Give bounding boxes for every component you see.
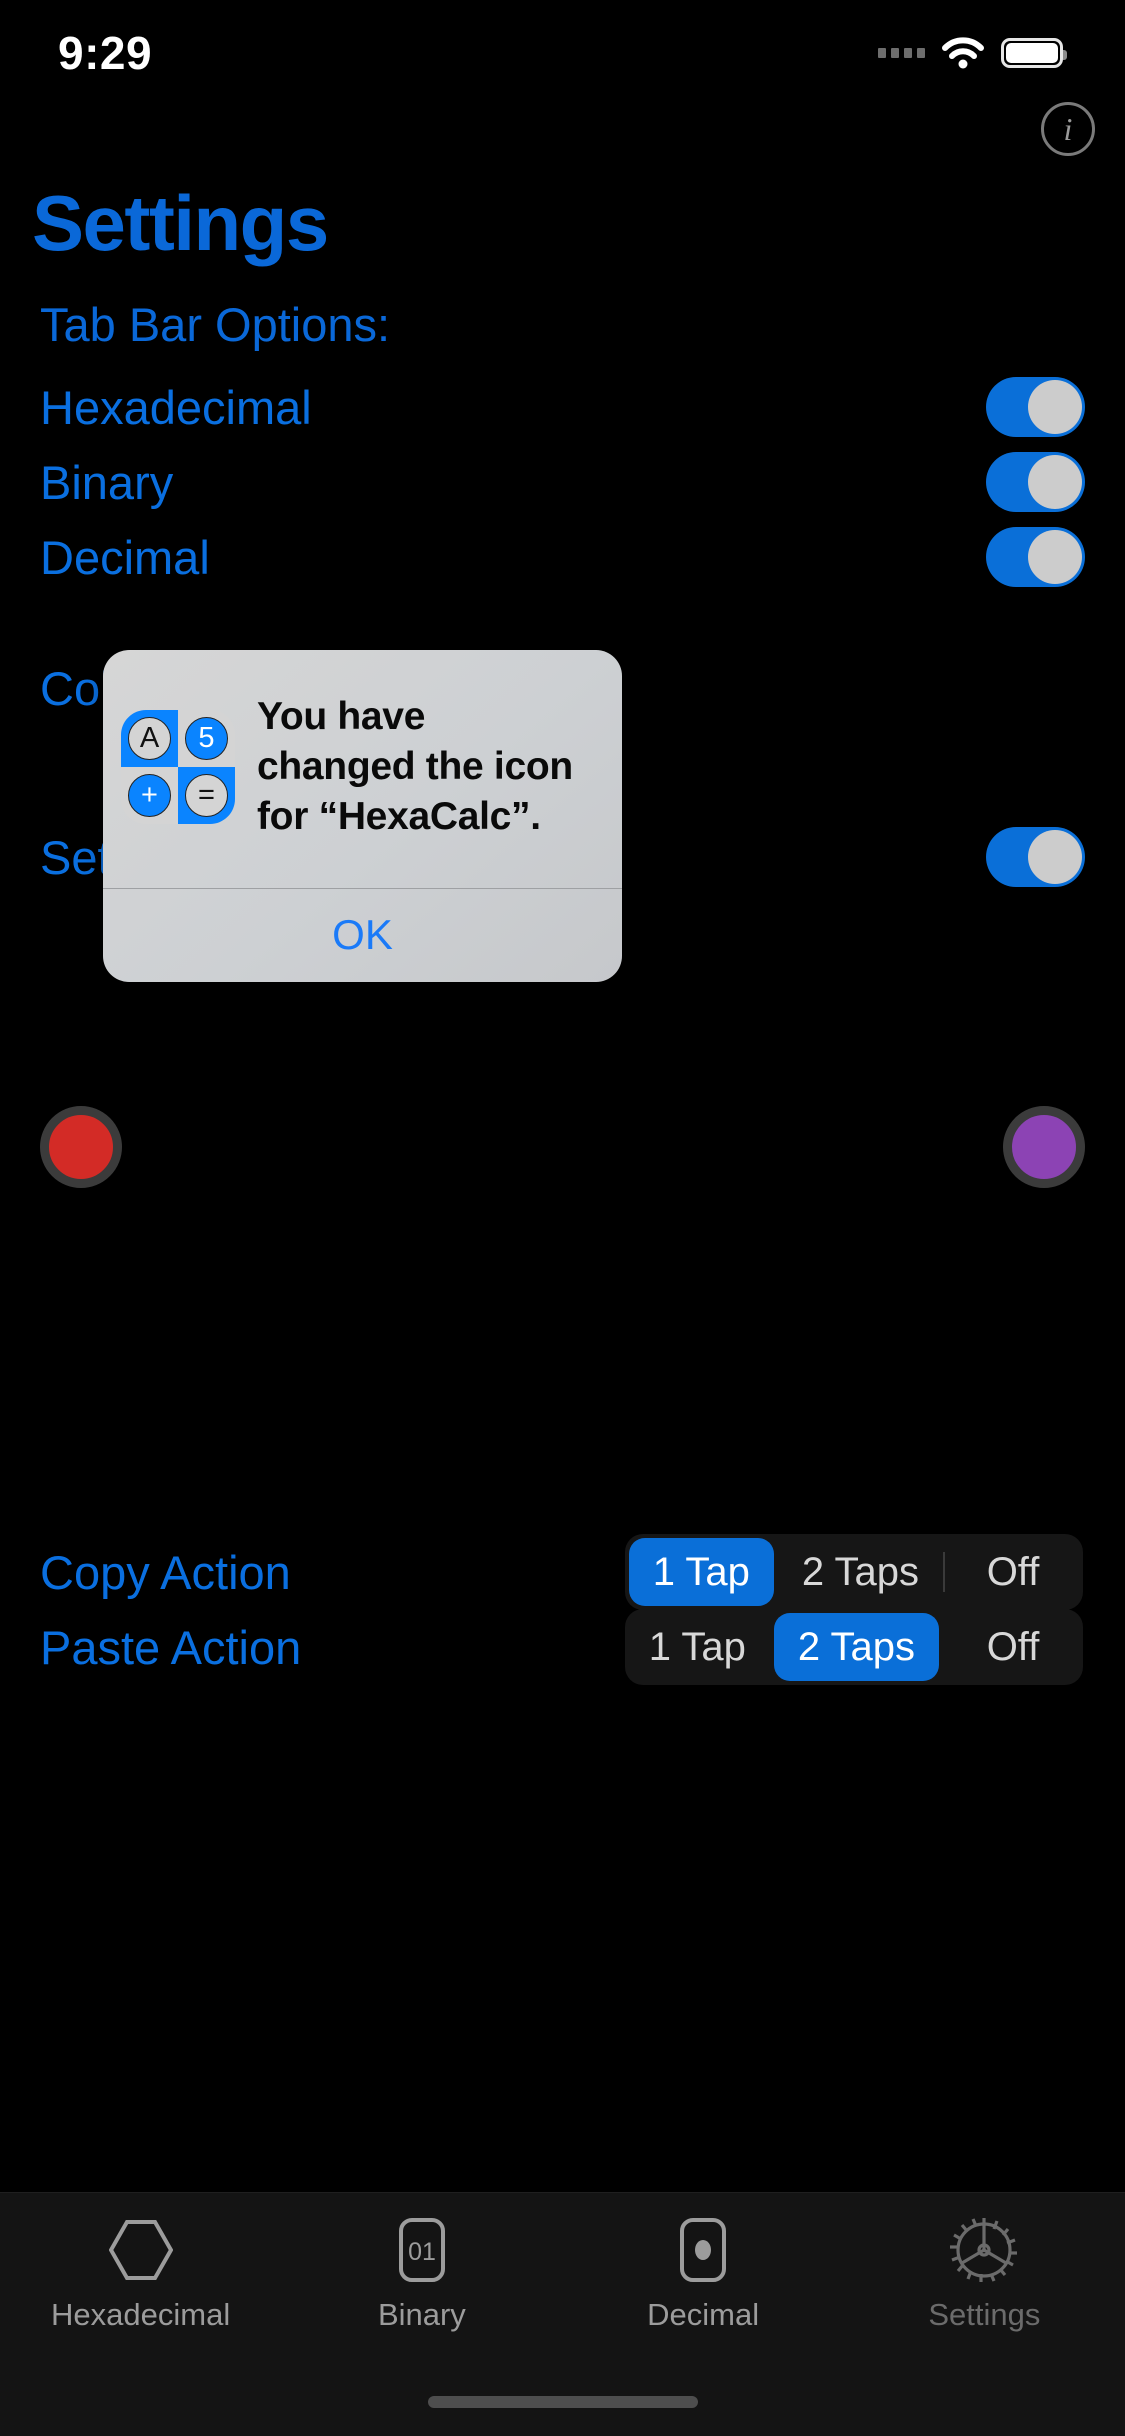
paste-action-option-off[interactable]: Off — [943, 1609, 1083, 1685]
tab-settings[interactable]: Settings — [844, 2217, 1125, 2333]
info-button-label: i — [1063, 110, 1073, 147]
alert-ok-button[interactable]: OK — [103, 889, 622, 982]
toggle-label-decimal: Decimal — [40, 530, 210, 584]
info-circle-icon[interactable]: i — [1041, 102, 1095, 156]
toggle-row-decimal[interactable]: Decimal — [0, 520, 1125, 594]
app-icon-tile-equals: = — [178, 766, 235, 824]
battery-icon — [1001, 37, 1067, 68]
paste-action-row: Paste Action 1 Tap 2 Taps Off — [0, 1607, 1125, 1687]
tab-bar-options-label: Tab Bar Options: — [40, 298, 391, 351]
tab-bar: Hexadecimal 01 Binary Decimal Settings — [0, 2192, 1125, 2436]
red-swatch[interactable] — [40, 1106, 122, 1188]
toggle-label-hexadecimal: Hexadecimal — [40, 380, 312, 434]
signal-dots-icon — [878, 47, 925, 58]
gear-icon — [949, 2217, 1019, 2283]
status-bar-indicators — [878, 36, 1067, 69]
tab-label-decimal: Decimal — [647, 2297, 760, 2332]
toggle-switch-binary[interactable] — [986, 452, 1085, 512]
paste-action-label: Paste Action — [40, 1620, 302, 1674]
copy-action-row: Copy Action 1 Tap 2 Taps Off — [0, 1532, 1125, 1612]
tab-label-settings: Settings — [928, 2297, 1041, 2332]
app-icon-glyph-plus: + — [128, 773, 171, 817]
color-swatch-row — [0, 1106, 1125, 1188]
decimal-dot-icon — [672, 2217, 734, 2283]
paste-action-segmented-control[interactable]: 1 Tap 2 Taps Off — [624, 1609, 1083, 1685]
alert-message: You have changed the icon for “HexaCalc”… — [257, 695, 573, 838]
wifi-icon — [941, 36, 985, 69]
icon-changed-alert: A 5 + = You have changed the icon for “H… — [103, 650, 622, 982]
paste-action-option-2taps[interactable]: 2 Taps — [773, 1613, 939, 1681]
svg-text:01: 01 — [408, 2238, 436, 2266]
status-bar-time: 9:29 — [58, 26, 153, 79]
alert-panel: A 5 + = You have changed the icon for “H… — [103, 650, 622, 982]
copy-action-option-2taps[interactable]: 2 Taps — [778, 1534, 943, 1610]
tab-binary[interactable]: 01 Binary — [281, 2217, 562, 2333]
settings-row-label: Set — [40, 830, 111, 884]
copy-action-segmented-control[interactable]: 1 Tap 2 Taps Off — [624, 1534, 1083, 1610]
copy-action-label: Copy Action — [40, 1545, 291, 1599]
tab-decimal[interactable]: Decimal — [563, 2217, 844, 2333]
home-indicator[interactable] — [427, 2396, 698, 2408]
toggle-switch-settings[interactable] — [986, 827, 1085, 887]
toggle-switch-decimal[interactable] — [986, 527, 1085, 587]
app-icon-tile-5: 5 — [178, 709, 235, 767]
app-icon-tile-a: A — [121, 709, 178, 767]
app-icon-glyph-equals: = — [185, 773, 228, 817]
page-title: Settings — [32, 179, 329, 267]
copy-action-option-off[interactable]: Off — [943, 1534, 1083, 1610]
tab-label-hexadecimal: Hexadecimal — [51, 2297, 231, 2332]
app-icon-glyph-a: A — [128, 716, 171, 760]
toggle-row-binary[interactable]: Binary — [0, 445, 1125, 519]
copy-action-option-1tap[interactable]: 1 Tap — [628, 1538, 774, 1606]
app-screen: 9:29 i Settings Tab Bar Options: Hexadec… — [0, 0, 1125, 2436]
paste-action-option-1tap[interactable]: 1 Tap — [625, 1609, 770, 1685]
app-icon-tile-plus: + — [121, 766, 178, 824]
toggle-row-hexadecimal[interactable]: Hexadecimal — [0, 370, 1125, 444]
status-bar: 9:29 — [0, 0, 1125, 105]
app-icon-glyph-5: 5 — [185, 716, 228, 760]
binary-01-icon: 01 — [391, 2217, 453, 2283]
alert-body: A 5 + = You have changed the icon for “H… — [103, 650, 622, 888]
toggle-switch-hexadecimal[interactable] — [986, 377, 1085, 437]
toggle-label-binary: Binary — [40, 455, 174, 509]
hexagon-icon — [108, 2217, 173, 2283]
purple-swatch[interactable] — [1003, 1106, 1085, 1188]
tab-hexadecimal[interactable]: Hexadecimal — [0, 2217, 281, 2333]
hexacalc-app-icon: A 5 + = — [121, 709, 235, 824]
tab-label-binary: Binary — [377, 2297, 466, 2332]
